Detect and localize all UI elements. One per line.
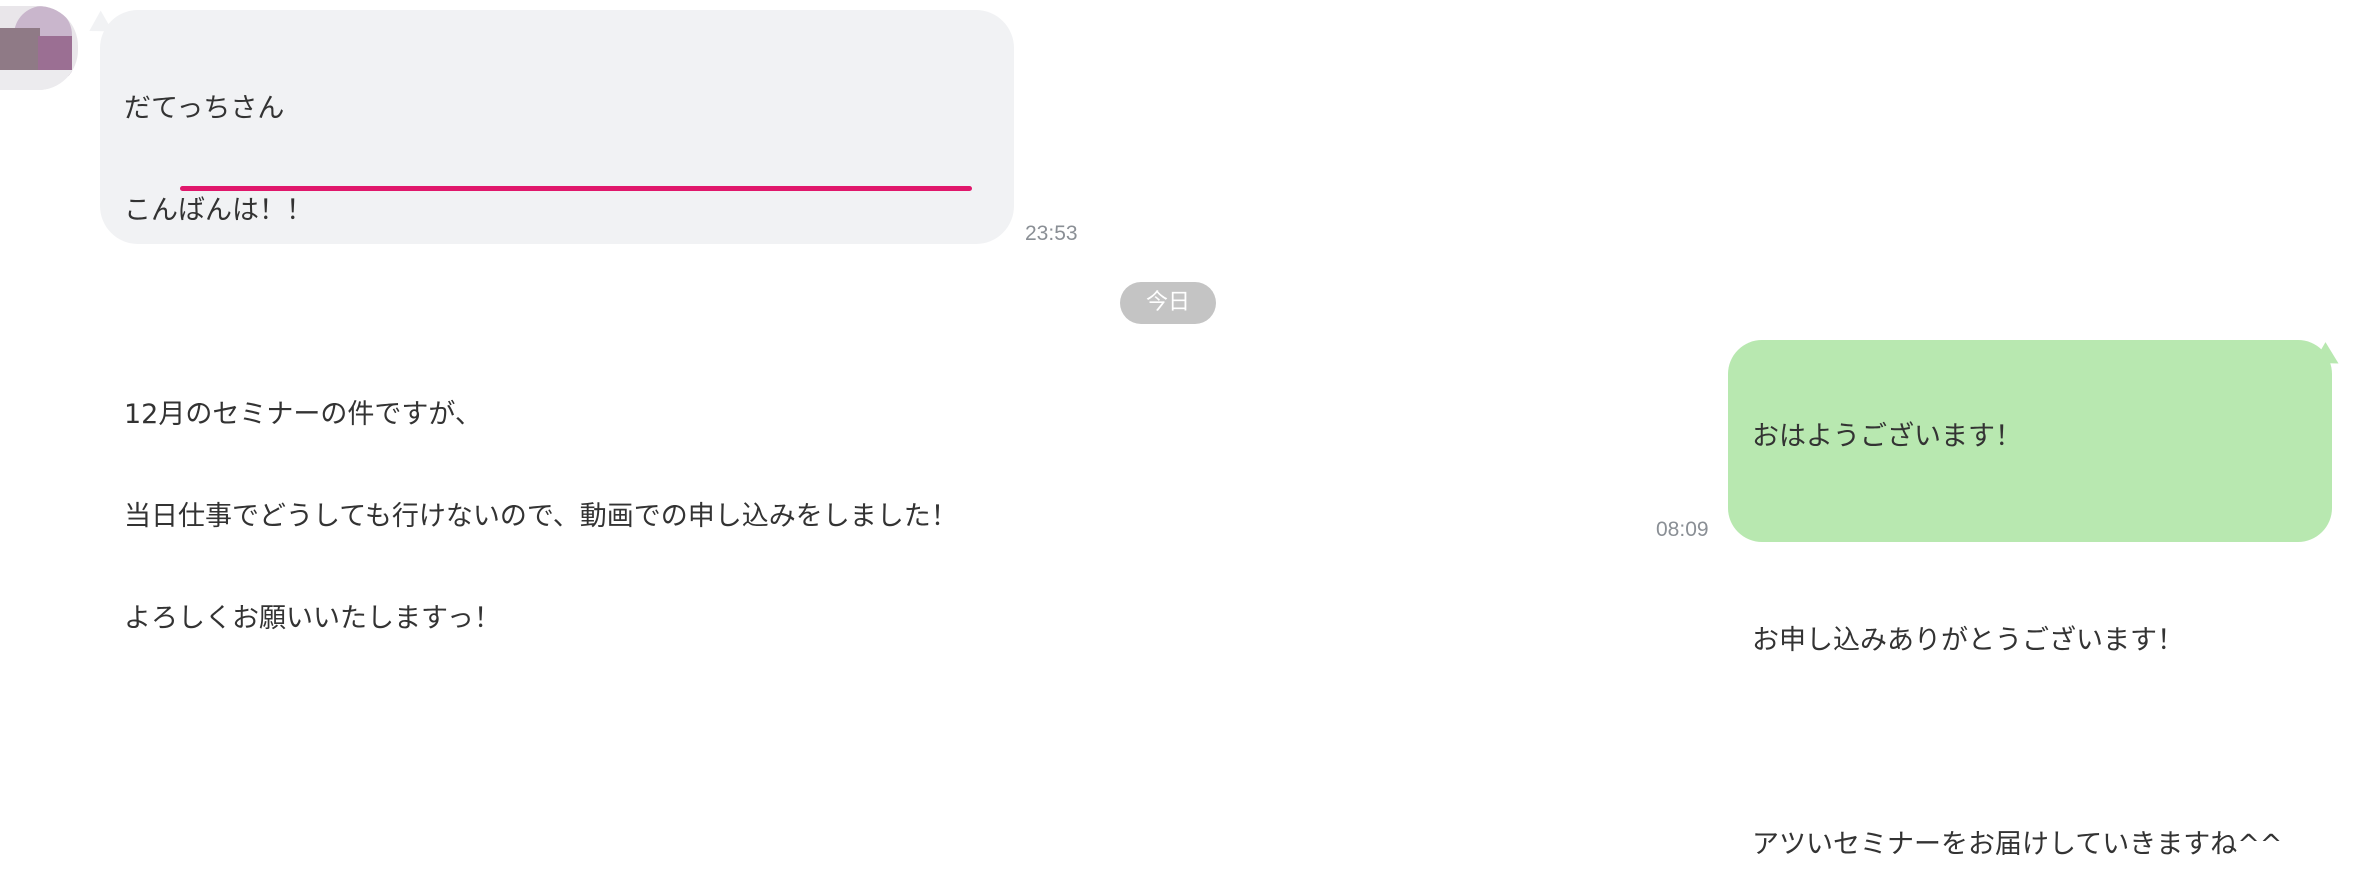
message-line: アツいセミナーをお届けしていきますね^^ (1752, 829, 2283, 860)
message-line (124, 296, 1014, 330)
message-line: お申し込みありがとうございます！ (1752, 625, 2184, 656)
message-line: おはようございます！ (1752, 421, 2022, 452)
message-line: 当日仕事でどうしても行けないので、動画での申し込みをしました！ (124, 501, 958, 532)
highlight-underline (180, 186, 972, 191)
date-separator: 今日 (1120, 282, 1216, 324)
outgoing-message-bubble[interactable]: おはようございます！ お申し込みありがとうございます！ アツいセミナーをお届けし… (1728, 340, 2332, 860)
incoming-message-bubble[interactable]: だてっちさん こんばんは！！ 12月のセミナーの件ですが、 当日仕事でどうしても… (100, 10, 1014, 634)
message-line: だてっちさん (124, 93, 285, 124)
message-timestamp: 08:09 (1656, 518, 1709, 541)
message-line: こんばんは！！ (124, 195, 313, 226)
message-line (1752, 522, 2332, 556)
message-line (1752, 726, 2332, 760)
message-line: 12月のセミナーの件ですが、 (124, 399, 482, 430)
sender-avatar[interactable] (0, 6, 78, 90)
message-line: よろしくお願いいたしますっ！ (124, 603, 501, 634)
message-timestamp: 23:53 (1025, 222, 1078, 245)
